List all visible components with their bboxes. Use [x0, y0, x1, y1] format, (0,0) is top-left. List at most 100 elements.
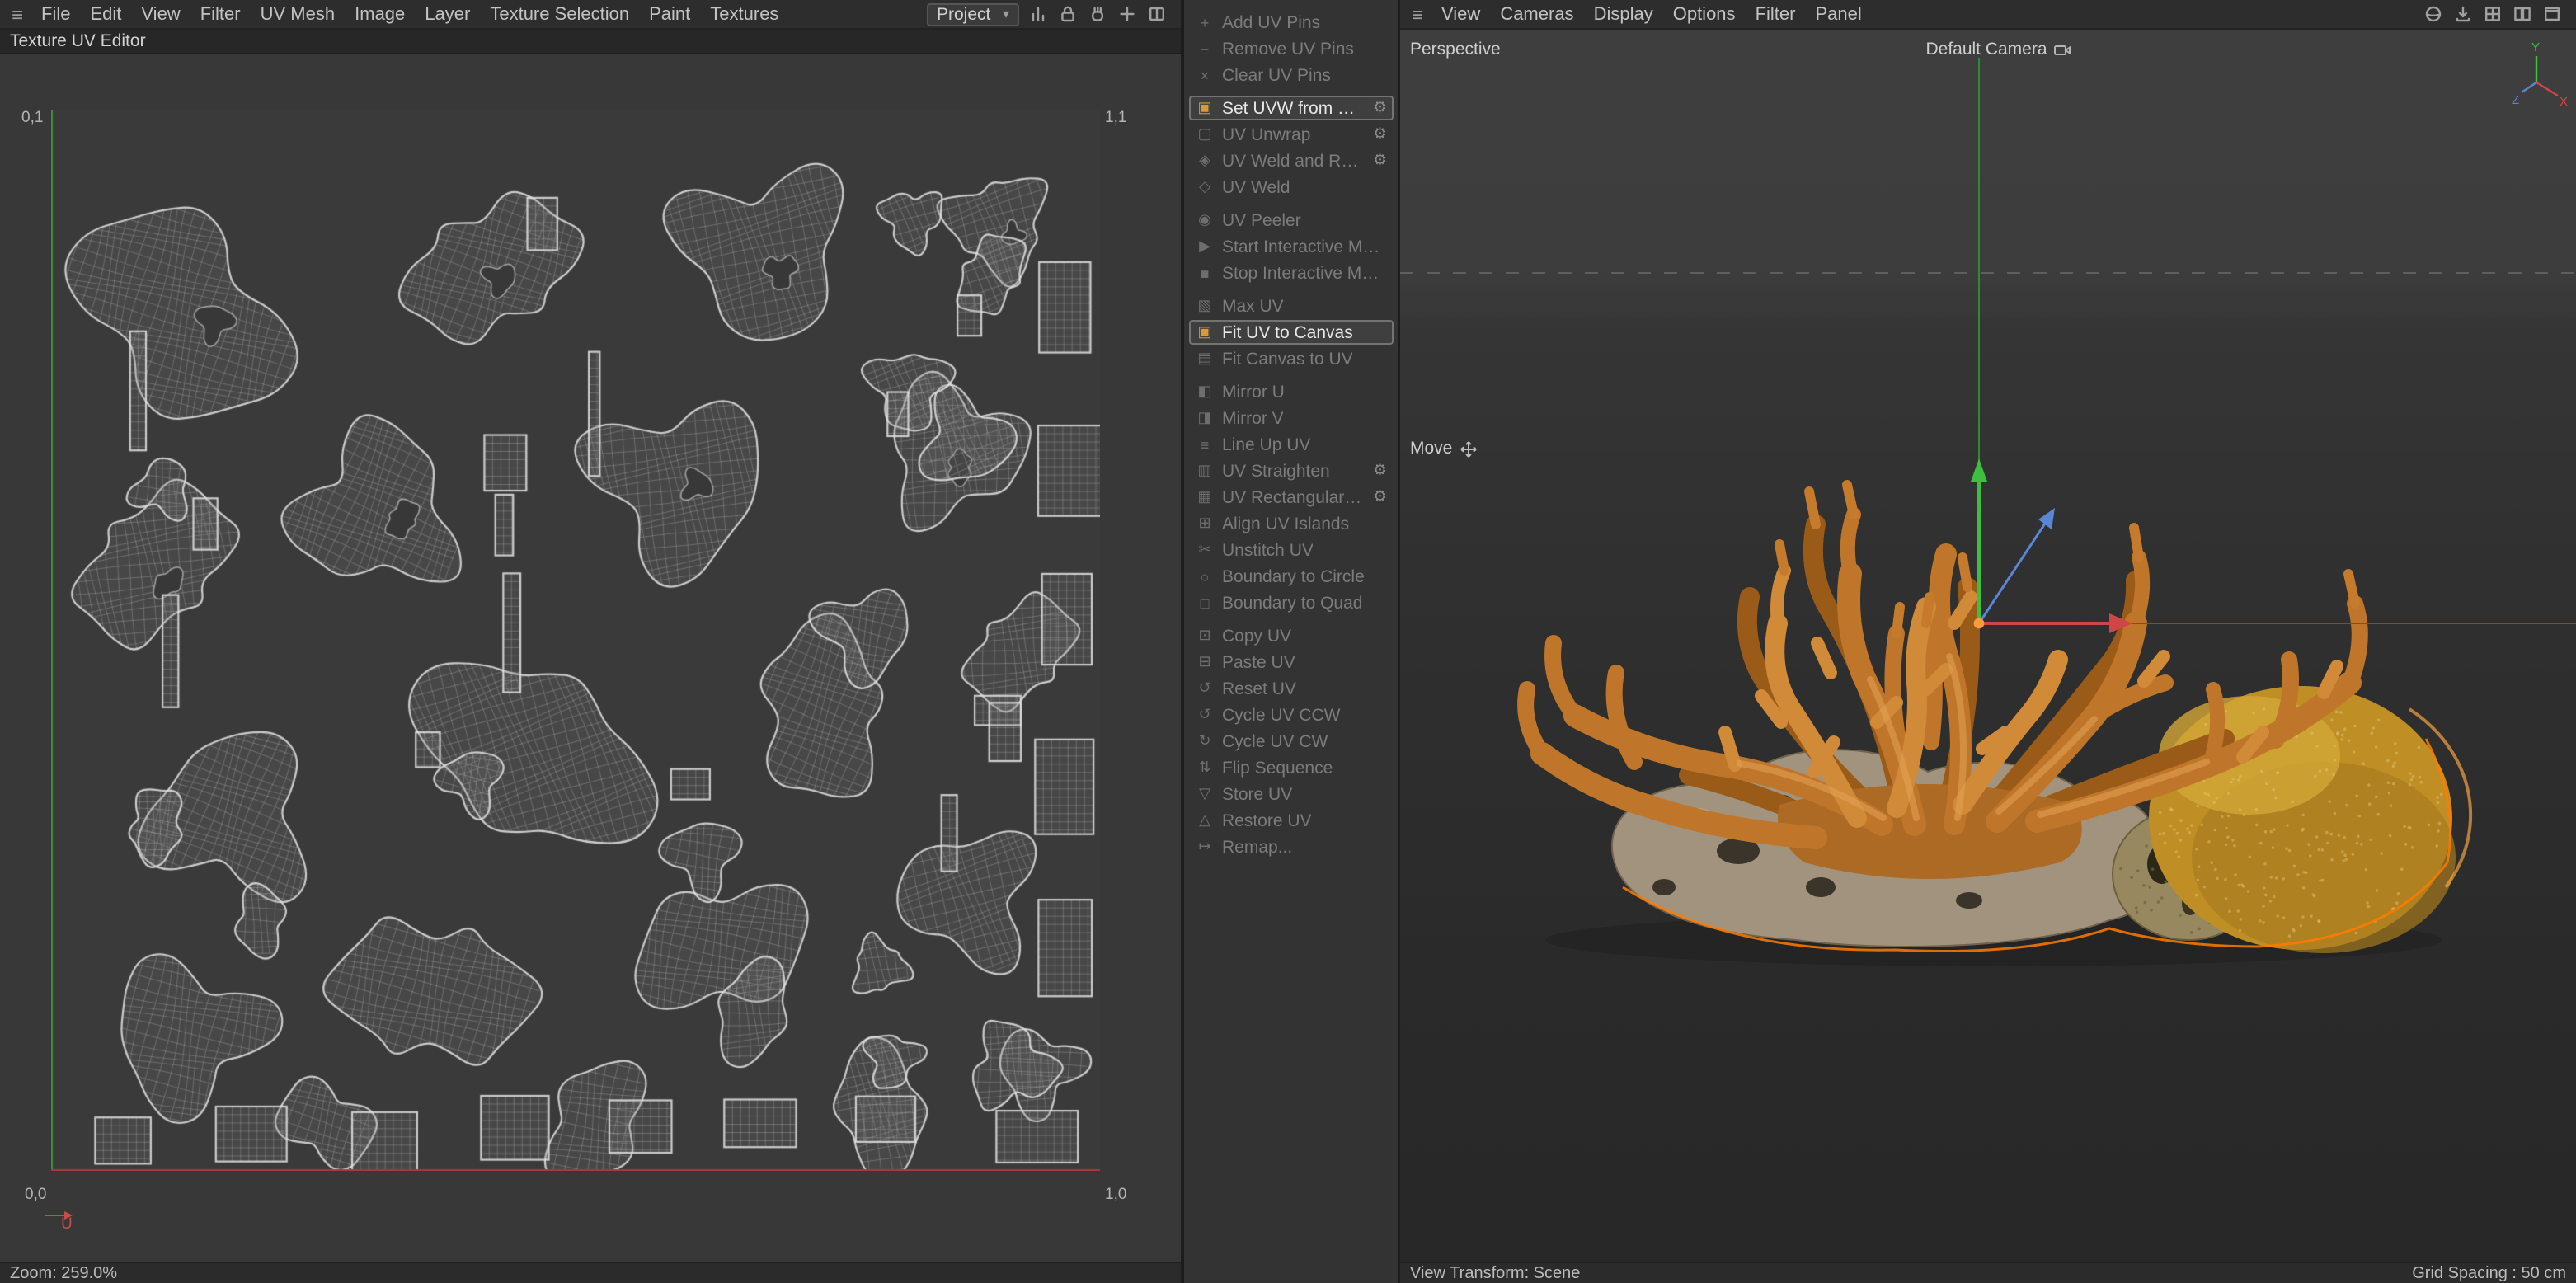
uv-command-label: UV Rectangularize [1222, 487, 1365, 507]
maximize-icon[interactable] [2540, 2, 2564, 26]
menu-filter[interactable]: Filter [1746, 1, 1806, 27]
uv-command-set-uvw-from-projection[interactable]: ▣ Set UVW from Projection ⚙ [1189, 96, 1394, 120]
viewport-3d[interactable]: Perspective Default Camera Move Y Z X [1400, 30, 2576, 1262]
uv-command-uv-peeler[interactable]: ◉ UV Peeler [1189, 208, 1394, 233]
uv-command-uv-weld-and-relax[interactable]: ◈ UV Weld and Relax ⚙ [1189, 148, 1394, 173]
uv-corner-11: 1,1 [1105, 109, 1127, 127]
gear-icon[interactable]: ⚙ [1373, 125, 1387, 143]
uv-corner-10: 1,0 [1105, 1186, 1127, 1204]
uv-command-max-uv[interactable]: ▧ Max UV [1189, 294, 1394, 318]
menu-edit[interactable]: Edit [80, 1, 131, 27]
menu-paint[interactable]: Paint [639, 1, 700, 27]
active-tool-label: Move [1410, 439, 1477, 458]
command-group-divider [1184, 89, 1398, 96]
uv-command-start-interactive-mapping[interactable]: ▶ Start Interactive Mapping [1189, 234, 1394, 259]
uv-command-fit-uv-to-canvas[interactable]: ▣ Fit UV to Canvas [1189, 320, 1394, 345]
uv-command-unstitch-uv[interactable]: ✂ Unstitch UV [1189, 538, 1394, 562]
hamburger-icon[interactable]: ≡ [5, 2, 30, 26]
camera-label[interactable]: Default Camera [1875, 40, 2122, 59]
cycle-uv-cw-icon: ↻ [1198, 732, 1211, 749]
lock-icon[interactable] [1055, 2, 1080, 26]
menu-filter[interactable]: Filter [190, 1, 251, 27]
uv-command-cycle-uv-cw[interactable]: ↻ Cycle UV CW [1189, 729, 1394, 754]
uv-command-boundary-to-circle[interactable]: ○ Boundary to Circle [1189, 564, 1394, 589]
command-group-divider [1184, 373, 1398, 379]
hamburger-icon[interactable]: ≡ [1405, 2, 1430, 26]
uv-command-mirror-u[interactable]: ◧ Mirror U [1189, 379, 1394, 404]
uv-command-reset-uv[interactable]: ↺ Reset UV [1189, 676, 1394, 701]
uv-command-remap[interactable]: ↦ Remap... [1189, 834, 1394, 859]
menu-texture-selection[interactable]: Texture Selection [480, 1, 639, 27]
menu-panel[interactable]: Panel [1805, 1, 1871, 27]
uv-corner-00: 0,0 [25, 1186, 47, 1204]
uv-rectangularize-icon: ▦ [1197, 488, 1212, 505]
uv-command-label: Start Interactive Mapping [1222, 237, 1387, 256]
pan-icon[interactable] [1085, 2, 1110, 26]
uv-command-label: Store UV [1222, 784, 1293, 804]
shading-sphere-icon[interactable] [2421, 2, 2446, 26]
project-dropdown[interactable]: Project ▾ [927, 2, 1019, 26]
uv-command-uv-weld[interactable]: ◇ UV Weld [1189, 175, 1394, 200]
uv-command-uv-rectangularize[interactable]: ▦ UV Rectangularize ⚙ [1189, 485, 1394, 510]
camera-label-text: Default Camera [1925, 40, 2047, 59]
uv-command-paste-uv[interactable]: ⊟ Paste UV [1189, 650, 1394, 674]
uv-command-remove-uv-pins[interactable]: − Remove UV Pins [1189, 36, 1394, 61]
uv-command-label: Boundary to Quad [1222, 593, 1363, 613]
uv-command-boundary-to-quad[interactable]: □ Boundary to Quad [1189, 590, 1394, 615]
menu-cameras[interactable]: Cameras [1490, 1, 1583, 27]
menu-options[interactable]: Options [1663, 1, 1746, 27]
menu-uv-mesh[interactable]: UV Mesh [251, 1, 346, 27]
grid-icon[interactable] [2480, 2, 2505, 26]
menu-view[interactable]: View [1431, 1, 1490, 27]
uv-command-add-uv-pins[interactable]: + Add UV Pins [1189, 10, 1394, 35]
axis-z-label: Z [2512, 93, 2519, 107]
uv-command-copy-uv[interactable]: ⊡ Copy UV [1189, 623, 1394, 648]
menu-display[interactable]: Display [1584, 1, 1663, 27]
scene-render[interactable] [1400, 30, 2576, 1262]
move-icon [1460, 440, 1477, 457]
view-label[interactable]: Perspective [1410, 40, 1501, 59]
uv-command-cycle-uv-ccw[interactable]: ↺ Cycle UV CCW [1189, 703, 1394, 727]
menu-textures[interactable]: Textures [700, 1, 788, 27]
viewport-menubar: ≡ View Cameras Display Options Filter Panel [1400, 0, 2576, 30]
uv-command-line-up-uv[interactable]: ≡ Line Up UV [1189, 432, 1394, 457]
gear-icon[interactable]: ⚙ [1373, 99, 1387, 117]
uv-command-store-uv[interactable]: ▽ Store UV [1189, 782, 1394, 806]
uv-canvas[interactable] [51, 110, 1100, 1171]
uv-command-align-uv-islands[interactable]: ⊞ Align UV Islands [1189, 511, 1394, 536]
gear-icon[interactable]: ⚙ [1373, 462, 1387, 480]
uv-command-mirror-v[interactable]: ◨ Mirror V [1189, 406, 1394, 430]
uv-command-uv-straighten[interactable]: ▥ UV Straighten ⚙ [1189, 458, 1394, 483]
uv-command-list: + Add UV Pins − Remove UV Pins × Clear UV Pin… [1184, 10, 1398, 859]
texture-editor-statusbar: Zoom: 259.0% [0, 1262, 1181, 1283]
download-icon[interactable] [2451, 2, 2475, 26]
menu-view[interactable]: View [131, 1, 190, 27]
uv-command-flip-sequence[interactable]: ⇅ Flip Sequence [1189, 755, 1394, 780]
gizmo-center[interactable] [1973, 618, 1985, 629]
reset-uv-icon: ↺ [1198, 679, 1211, 696]
menu-layer[interactable]: Layer [415, 1, 480, 27]
uv-command-uv-unwrap[interactable]: ▢ UV Unwrap ⚙ [1189, 122, 1394, 147]
menu-file[interactable]: File [31, 1, 80, 27]
uv-command-label: Clear UV Pins [1222, 65, 1331, 85]
uv-command-label: Copy UV [1222, 626, 1292, 646]
uv-straighten-icon: ▥ [1197, 462, 1212, 478]
layout-icon[interactable] [1145, 2, 1169, 26]
pick-icon[interactable] [1115, 2, 1140, 26]
histogram-icon[interactable] [1026, 2, 1051, 26]
uv-command-restore-uv[interactable]: △ Restore UV [1189, 808, 1394, 833]
uv-command-label: Unstitch UV [1222, 540, 1314, 560]
uv-command-stop-interactive-mapping[interactable]: ■ Stop Interactive Mapping [1189, 261, 1394, 285]
split-layout-icon[interactable] [2510, 2, 2535, 26]
menu-image[interactable]: Image [345, 1, 415, 27]
start-interactive-mapping-icon: ▶ [1199, 237, 1210, 254]
gear-icon[interactable]: ⚙ [1373, 488, 1387, 506]
uv-command-clear-uv-pins[interactable]: × Clear UV Pins [1189, 63, 1394, 87]
view-label-text: Perspective [1410, 40, 1501, 59]
boundary-to-circle-icon: ○ [1200, 568, 1210, 585]
gear-icon[interactable]: ⚙ [1373, 152, 1387, 170]
axis-orientation-widget[interactable]: Y Z X [2507, 36, 2569, 109]
uv-peeler-icon: ◉ [1198, 211, 1211, 228]
store-uv-icon: ▽ [1199, 785, 1210, 801]
uv-command-fit-canvas-to-uv[interactable]: ▤ Fit Canvas to UV [1189, 346, 1394, 371]
